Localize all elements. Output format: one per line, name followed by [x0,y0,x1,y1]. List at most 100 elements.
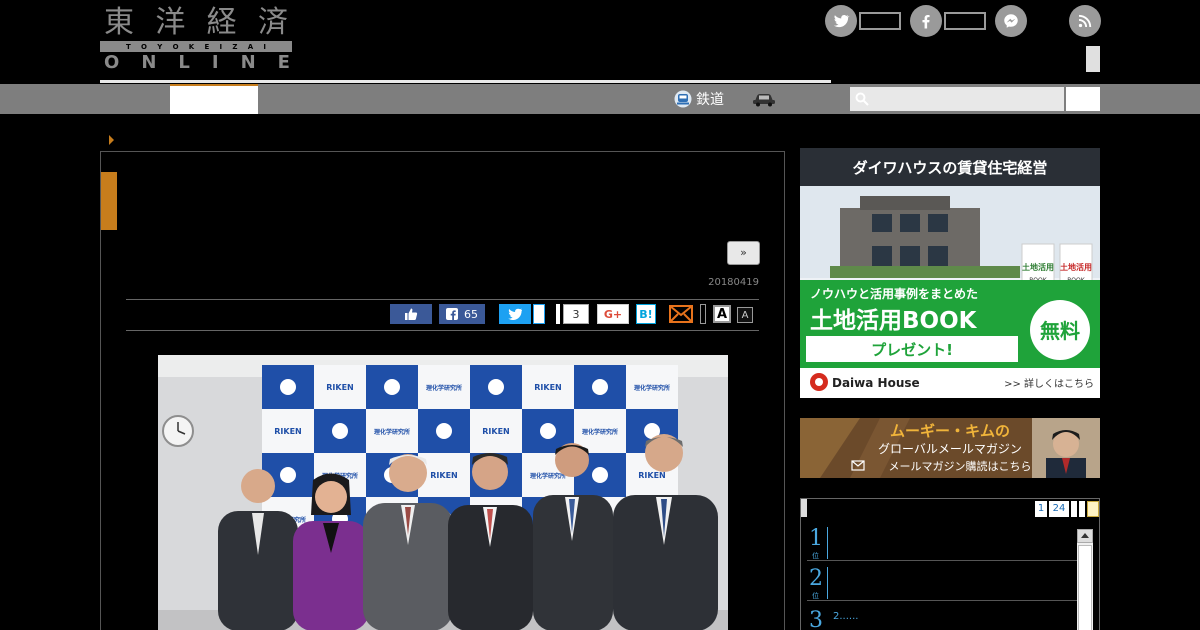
ranking-number-rule [827,527,828,559]
ad-free-badge: 無料 [1040,319,1080,343]
ad-kim-name: ムーギー・キムの [890,422,1010,440]
breadcrumb-arrow-icon [109,135,114,145]
publish-date: 20180419 [708,277,759,288]
nav-link-auto[interactable] [752,88,780,110]
nav-link-railway[interactable]: 鉄道 [674,88,724,110]
global-nav: 鉄道 [0,84,1200,114]
messenger-button[interactable] [995,5,1027,37]
ranking-number-rule [827,567,828,599]
ad-more-link: >> 詳しくはこちら [1004,377,1094,390]
train-icon [674,90,692,108]
facebook-follow-button[interactable] [910,5,942,37]
riken-logo-icon [592,467,608,483]
search-button[interactable] [1066,87,1100,111]
newsletter-ad-illustration: ムーギー・キムの グローバルメールマガジン メールマガジン購読はこちら [800,418,1100,478]
rss-icon [1078,14,1092,28]
google-plus-button[interactable]: G+ [597,304,629,324]
mail-share-button[interactable] [668,304,694,324]
backdrop-cell-text: 理化学研究所 [634,384,670,392]
facebook-share-button[interactable]: 65 [439,304,485,324]
twitter-icon [833,15,850,28]
backdrop-cell-text: 理化学研究所 [374,428,410,436]
ad-book-title: 土地活用BOOK [810,308,978,334]
messenger-icon [1004,14,1018,28]
nav-link-label: 鉄道 [696,92,724,108]
ranking-item[interactable]: 2 位 [807,565,1077,601]
facebook-share-count: 65 [464,307,478,321]
ranking-unit: 位 [812,552,819,560]
ranking-list: 1 位 2 位 3 2...... [807,521,1077,630]
backdrop-cell-text: RIKEN [274,427,302,436]
mail-icon [669,305,693,323]
ranking-unit: 位 [812,592,819,600]
facebook-like-button[interactable] [390,304,432,324]
twitter-follow-count [859,12,901,30]
ranking-scrollbar[interactable] [1077,529,1093,630]
hatena-bookmark-button[interactable]: B! [636,304,656,324]
ranking-item-title: 2...... [833,611,859,622]
ad-headline: ダイワハウスの賃貸住宅経営 [853,159,1048,177]
riken-logo-icon [384,379,400,395]
tweet-button[interactable] [499,304,531,324]
font-size-small-button[interactable]: A [737,307,753,323]
next-page-button[interactable]: » [727,241,760,265]
ranking-item[interactable]: 3 2...... [807,605,1077,630]
facebook-follow-count [944,12,986,30]
ad-brand: Daiwa House [832,376,920,390]
article-category-marker [101,172,117,230]
logo-online: O N L I N E [104,52,290,73]
scroll-thumb[interactable] [1078,545,1092,630]
facebook-icon [922,15,930,29]
ranking-number: 1 [809,526,823,551]
book-cover-title-1: 土地活用 [1022,262,1054,272]
ad-present: プレゼント! [871,341,953,359]
ranking-tab-1h[interactable]: 1 [1035,501,1047,517]
backdrop-cell-text: RIKEN [534,383,562,392]
article-container: » 20180419 65 3 G+ B! A A RIKEN 理化学研究所 RIK… [100,151,785,630]
ranking-item[interactable]: 1 位 [807,525,1077,561]
backdrop-cell-text: 理化学研究所 [530,472,566,480]
facebook-icon [446,308,458,320]
header-menu-toggle[interactable] [1086,46,1100,72]
scroll-up-button[interactable] [1077,529,1093,543]
header-divider [100,80,831,83]
share-divider [700,304,706,324]
ranking-header-marker [801,499,807,517]
riken-logo-icon [540,423,556,439]
ranking-number: 3 [809,608,823,630]
ad-kim-title: グローバルメールマガジン [878,442,1022,456]
nav-tab-active[interactable] [170,84,258,114]
search-icon [855,92,869,106]
car-icon [753,94,775,107]
rss-button[interactable] [1069,5,1101,37]
daiwa-house-ad-banner[interactable]: ダイワハウスの賃貸住宅経営 土地活用 BOOK 土地活用 BOOK ノウハウと活… [800,148,1100,398]
share-bar-top-rule [126,299,759,300]
twitter-follow-button[interactable] [825,5,857,37]
ranking-tab-24h[interactable]: 24 [1049,501,1069,517]
daiwa-house-ad-illustration: ダイワハウスの賃貸住宅経営 土地活用 BOOK 土地活用 BOOK ノウハウと活… [800,148,1100,398]
site-logo[interactable]: 東 洋 経 済 T O Y O K E I Z A I O N L I N E [100,5,292,73]
riken-logo-icon [280,467,296,483]
ranking-tab-monthly[interactable] [1079,501,1085,517]
riken-logo-icon [436,423,452,439]
ranking-tab-weekly[interactable] [1071,501,1077,517]
backdrop-cell-text: RIKEN [482,427,510,436]
font-size-large-button[interactable]: A [713,305,731,323]
riken-logo-icon [280,379,296,395]
hatena-count-prefix [556,304,560,324]
ranking-tab-more[interactable] [1087,501,1099,517]
ranking-number: 2 [809,566,823,591]
backdrop-cell-text: 理化学研究所 [582,428,618,436]
mooghee-kim-newsletter-banner[interactable]: ムーギー・キムの グローバルメールマガジン メールマガジン購読はこちら [800,418,1100,478]
riken-logo-icon [488,379,504,395]
backdrop-cell-text: RIKEN [326,383,354,392]
backdrop-cell-text: RIKEN [638,471,666,480]
hatena-bookmark-count: 3 [563,304,589,324]
backdrop-cell-text: RIKEN [430,471,458,480]
ad-kim-cta: メールマガジン購読はこちら [889,459,1032,473]
article-photo: RIKEN 理化学研究所 RIKEN 理化学研究所 RIKEN 理化学研究所 RIKEN 理化… [158,355,728,630]
logo-kanji: 東 洋 経 済 [104,5,290,40]
tweet-count [533,304,545,324]
twitter-icon [508,308,522,320]
search-input[interactable] [850,87,1064,111]
